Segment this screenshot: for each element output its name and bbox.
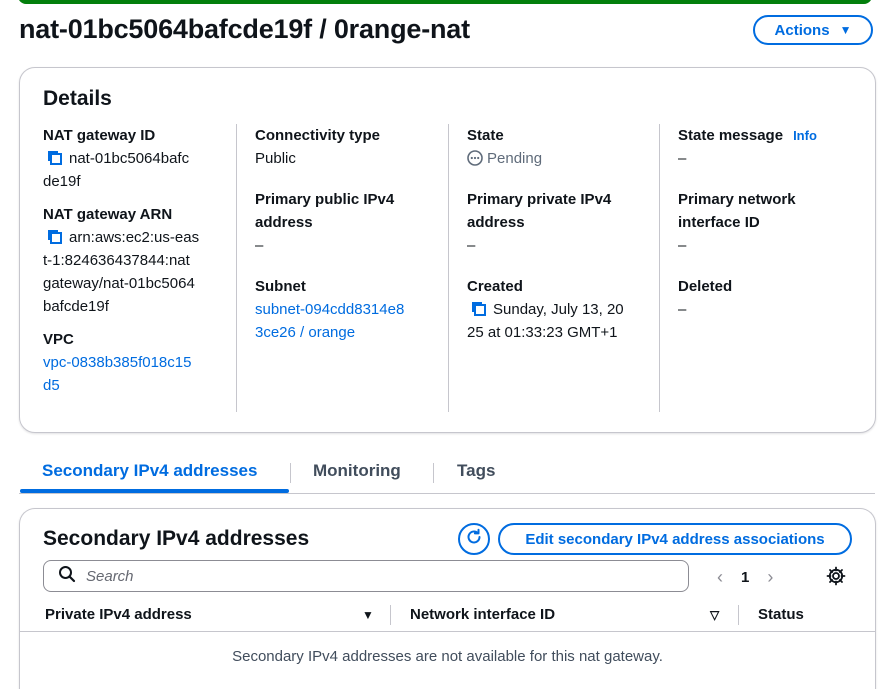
refresh-icon <box>465 528 483 551</box>
primary-public-ipv4-label-line-2: address <box>255 214 313 231</box>
details-column-2: Connectivity type Public Primary public … <box>236 124 426 412</box>
tab-secondary-ipv4[interactable]: Secondary IPv4 addresses <box>42 461 257 481</box>
chevron-left-icon[interactable]: ‹ <box>717 567 723 588</box>
primary-eni-label-line-1: Primary network <box>678 191 796 208</box>
details-title: Details <box>43 87 112 110</box>
created-line-2: 25 at 01:33:23 GMT+1 <box>467 324 618 341</box>
vpc-line-2[interactable]: d5 <box>43 377 60 394</box>
subnet-field: Subnet subnet-094cdd8314e8 3ce26 / orang… <box>255 275 426 344</box>
tab-divider <box>433 463 434 483</box>
state-value: Pending <box>467 147 638 170</box>
success-banner-fill <box>18 0 872 4</box>
created-label: Created <box>467 278 523 295</box>
tab-bar: Secondary IPv4 addresses Monitoring Tags <box>19 455 875 494</box>
deleted-label: Deleted <box>678 278 733 295</box>
column-divider[interactable] <box>390 605 391 625</box>
column-divider[interactable] <box>738 605 739 625</box>
nat-gateway-arn-label: NAT gateway ARN <box>43 206 173 223</box>
search-icon <box>58 565 76 588</box>
subnet-line-1[interactable]: subnet-094cdd8314e8 <box>255 301 404 318</box>
primary-eni-value: – <box>678 237 687 254</box>
secondary-ipv4-title: Secondary IPv4 addresses <box>43 527 310 550</box>
pagination: ‹ 1 › <box>717 567 773 588</box>
secondary-ipv4-card: Secondary IPv4 addresses Edit secondary … <box>19 508 876 689</box>
column-network-interface-id[interactable]: Network interface ID <box>410 606 555 623</box>
page-number[interactable]: 1 <box>741 569 749 586</box>
nat-gateway-arn-line-4[interactable]: bafcde19f <box>43 298 109 315</box>
details-column-1: NAT gateway ID nat-01bc5064bafc de19f NA… <box>43 124 233 412</box>
nat-gateway-arn-line-3[interactable]: gateway/nat-01bc5064 <box>43 275 195 292</box>
nat-gateway-arn-line-2[interactable]: t-1:824636437844:nat <box>43 252 190 269</box>
subnet-line-2[interactable]: 3ce26 / orange <box>255 324 355 341</box>
primary-eni-field: Primary network interface ID – <box>678 188 849 257</box>
primary-public-ipv4-field: Primary public IPv4 address – <box>255 188 426 257</box>
info-link[interactable]: Info <box>793 128 817 143</box>
sort-icon[interactable]: ▽ <box>710 608 719 622</box>
chevron-right-icon[interactable]: › <box>767 567 773 588</box>
state-value-text: Pending <box>487 150 543 167</box>
actions-button-label: Actions <box>774 21 830 39</box>
copy-icon[interactable] <box>47 150 63 166</box>
primary-private-ipv4-value: – <box>467 237 476 254</box>
nat-gateway-id-label: NAT gateway ID <box>43 127 156 144</box>
nat-gateway-id-line-2[interactable]: de19f <box>43 173 81 190</box>
state-message-label: State message Info <box>678 124 849 147</box>
primary-private-ipv4-field: Primary private IPv4 address – <box>467 188 638 257</box>
nat-gateway-arn-line-1[interactable]: arn:aws:ec2:us-eas <box>69 229 199 246</box>
subnet-label: Subnet <box>255 278 306 295</box>
table-header: Private IPv4 address ▼ Network interface… <box>20 601 875 632</box>
active-tab-indicator <box>20 489 289 493</box>
search-box[interactable] <box>43 560 689 592</box>
details-column-4: State message Info – Primary network inte… <box>659 124 849 412</box>
primary-eni-label-line-2: interface ID <box>678 214 760 231</box>
pending-icon <box>467 150 483 166</box>
caret-down-icon: ▼ <box>839 23 852 37</box>
empty-state-message: Secondary IPv4 addresses are not availab… <box>232 648 663 665</box>
copy-icon[interactable] <box>47 229 63 245</box>
primary-eni-label: Primary network interface ID <box>678 188 849 234</box>
refresh-button[interactable] <box>458 523 490 555</box>
created-field: Created Sunday, July 13, 20 25 at 01:33:… <box>467 275 638 344</box>
details-card: Details NAT gateway ID nat-01bc5064bafc … <box>19 67 876 433</box>
primary-private-ipv4-label: Primary private IPv4 address <box>467 188 638 234</box>
primary-public-ipv4-label-line-1: Primary public IPv4 <box>255 191 395 208</box>
actions-button[interactable]: Actions ▼ <box>753 15 873 45</box>
connectivity-type-value: Public <box>255 150 296 167</box>
primary-private-ipv4-label-line-1: Primary private IPv4 <box>467 191 612 208</box>
primary-public-ipv4-label: Primary public IPv4 address <box>255 188 426 234</box>
nat-gateway-arn-field: NAT gateway ARN arn:aws:ec2:us-eas t-1:8… <box>43 203 233 318</box>
state-message-field: State message Info – <box>678 124 849 170</box>
tab-tags[interactable]: Tags <box>457 461 495 481</box>
copy-icon[interactable] <box>471 301 487 317</box>
deleted-value: – <box>678 301 687 318</box>
vpc-line-1[interactable]: vpc-0838b385f018c15 <box>43 354 191 371</box>
connectivity-type-field: Connectivity type Public <box>255 124 426 170</box>
vpc-field: VPC vpc-0838b385f018c15 d5 <box>43 328 233 397</box>
page-title: nat-01bc5064bafcde19f / 0range-nat <box>19 14 470 44</box>
nat-gateway-id-line-1[interactable]: nat-01bc5064bafc <box>69 150 189 167</box>
sort-desc-icon[interactable]: ▼ <box>362 608 374 622</box>
created-line-1: Sunday, July 13, 20 <box>493 301 624 318</box>
primary-private-ipv4-label-line-2: address <box>467 214 525 231</box>
state-message-label-text: State message <box>678 127 784 144</box>
vpc-label: VPC <box>43 331 74 348</box>
search-input[interactable] <box>84 566 648 586</box>
details-column-3: State Pending Primary private IPv4 addre… <box>448 124 638 412</box>
gear-icon[interactable] <box>826 566 846 591</box>
column-private-ipv4[interactable]: Private IPv4 address <box>45 606 192 623</box>
primary-public-ipv4-value: – <box>255 237 264 254</box>
state-field: State Pending <box>467 124 638 170</box>
edit-secondary-ipv4-button[interactable]: Edit secondary IPv4 address associations <box>498 523 852 555</box>
column-status[interactable]: Status <box>758 606 804 623</box>
nat-gateway-id-field: NAT gateway ID nat-01bc5064bafc de19f <box>43 124 233 193</box>
vpc-link[interactable]: vpc-0838b385f018c15 d5 <box>43 351 233 397</box>
tab-divider <box>290 463 291 483</box>
connectivity-type-label: Connectivity type <box>255 127 381 144</box>
success-banner <box>0 0 890 6</box>
deleted-field: Deleted – <box>678 275 849 321</box>
state-message-value: – <box>678 150 687 167</box>
state-label: State <box>467 127 504 144</box>
tab-monitoring[interactable]: Monitoring <box>313 461 401 481</box>
subnet-link[interactable]: subnet-094cdd8314e8 3ce26 / orange <box>255 298 426 344</box>
